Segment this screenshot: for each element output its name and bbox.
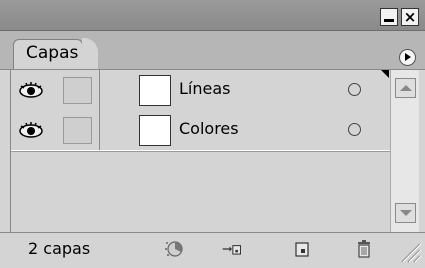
eye-icon[interactable] xyxy=(17,77,45,104)
move-to-layer-icon[interactable] xyxy=(221,238,243,260)
minimize-icon xyxy=(384,19,394,22)
link-cell[interactable] xyxy=(63,117,92,144)
layer-row[interactable]: Líneas xyxy=(11,70,391,111)
tab-capas[interactable]: Capas xyxy=(13,39,83,69)
layer-thumbnail[interactable] xyxy=(139,75,171,106)
layer-name[interactable]: Colores xyxy=(179,119,239,139)
active-layer-marker xyxy=(381,70,389,78)
trash-icon[interactable] xyxy=(353,238,375,260)
panel-titlebar[interactable]: × xyxy=(0,0,425,31)
eye-icon[interactable] xyxy=(17,117,45,144)
layer-list: Líneas Colores xyxy=(10,70,391,232)
panel-footer: 2 capas xyxy=(0,232,425,268)
layer-effects-icon[interactable] xyxy=(163,238,185,260)
target-circle[interactable] xyxy=(348,83,361,96)
column-divider xyxy=(99,110,100,150)
column-divider xyxy=(99,70,100,110)
layer-thumbnail[interactable] xyxy=(139,115,171,146)
resize-grip-icon[interactable] xyxy=(396,236,422,264)
minimize-button[interactable] xyxy=(380,8,398,26)
target-circle[interactable] xyxy=(348,123,361,136)
scroll-down-button[interactable] xyxy=(395,203,416,223)
new-layer-icon[interactable] xyxy=(291,238,313,260)
layers-panel: × Capas Líneas Colores 2 capas xyxy=(0,0,425,268)
scroll-up-button[interactable] xyxy=(395,78,416,98)
layer-row[interactable]: Colores xyxy=(11,110,391,151)
close-icon: × xyxy=(403,8,417,26)
layer-name[interactable]: Líneas xyxy=(179,79,230,99)
panel-menu-button[interactable] xyxy=(399,49,416,66)
link-cell[interactable] xyxy=(63,77,92,104)
vertical-scrollbar[interactable] xyxy=(390,70,419,232)
layer-count: 2 capas xyxy=(28,239,91,258)
tab-strip: Capas xyxy=(0,31,425,70)
close-button[interactable]: × xyxy=(401,8,419,26)
